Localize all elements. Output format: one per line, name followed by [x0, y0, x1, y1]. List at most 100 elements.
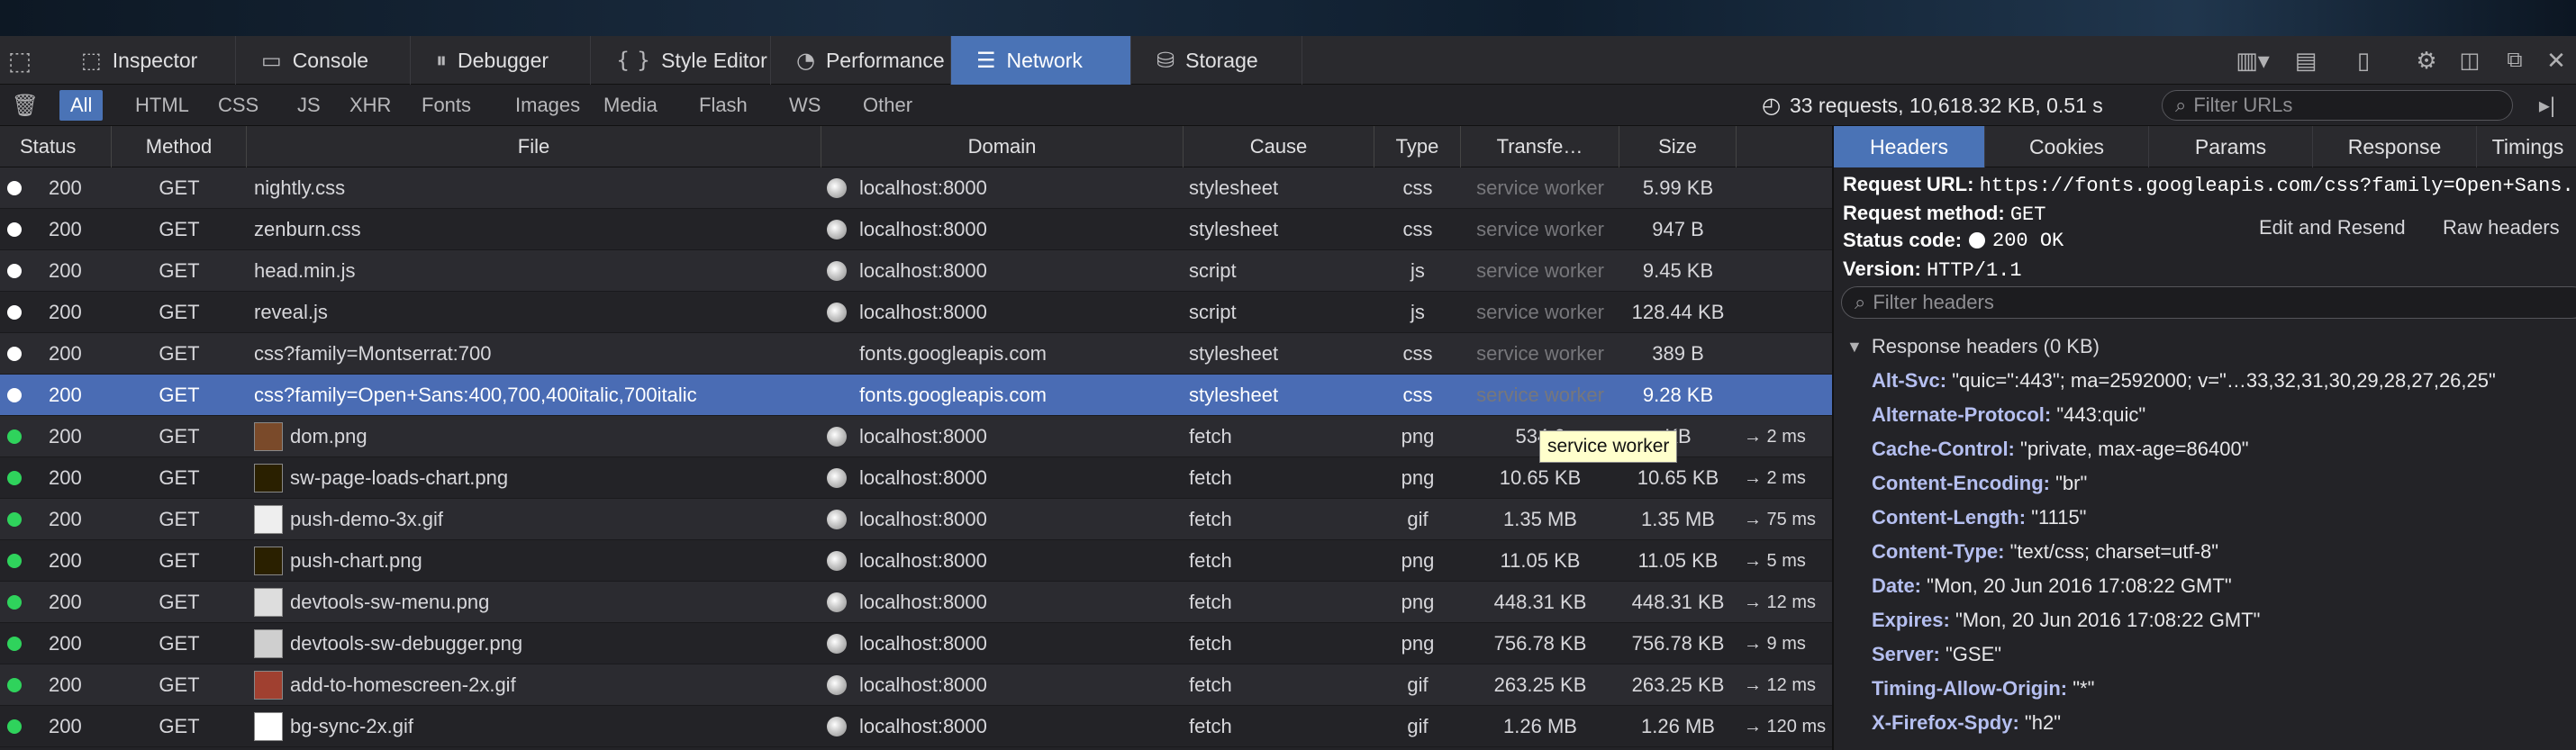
response-header-row[interactable]: Content-Encoding: "br"	[1872, 472, 2087, 495]
close-icon[interactable]: ✕	[2538, 36, 2574, 85]
filter-css[interactable]: CSS	[207, 90, 269, 121]
request-url-value[interactable]: https://fonts.googleapis.com/css?family=…	[1980, 175, 2576, 197]
response-header-row[interactable]: X-Firefox-Spdy: "h2"	[1872, 711, 2061, 735]
response-headers-toggle[interactable]: ▼ Response headers (0 KB)	[1846, 335, 2100, 358]
request-row[interactable]: 200 GET devtools-sw-menu.png localhost:8000…	[0, 582, 1832, 623]
status-dot-icon	[7, 222, 22, 237]
filter-urls-input[interactable]: ⌕ Filter URLs	[2162, 90, 2513, 121]
filter-js[interactable]: JS	[286, 90, 331, 121]
request-method-line: Request method: GET	[1843, 202, 2045, 226]
size-cell: 756.78 KB	[1631, 632, 1725, 655]
response-header-row[interactable]: Expires: "Mon, 20 Jun 2016 17:08:22 GMT"	[1872, 609, 2260, 632]
request-method-value: GET	[2009, 203, 2046, 226]
filter-images[interactable]: Images	[504, 90, 591, 121]
method-cell: GET	[159, 466, 200, 489]
header-name: Alt-Svc:	[1872, 369, 1947, 392]
settings-gear-icon[interactable]: ⚙	[2407, 36, 2446, 85]
tab-storage[interactable]: ⛁ Storage	[1131, 36, 1302, 85]
response-header-row[interactable]: Content-Type: "text/css; charset=utf-8"	[1872, 540, 2218, 564]
request-row[interactable]: 200 GET css?family=Montserrat:700 fonts.goo…	[0, 333, 1832, 375]
column-header-method[interactable]: Method	[112, 126, 247, 167]
filter-media[interactable]: Media	[593, 90, 668, 121]
request-row[interactable]: 200 GET reveal.js localhost:8000 script js ser…	[0, 292, 1832, 333]
column-header-cause[interactable]: Cause	[1184, 126, 1374, 167]
response-header-row[interactable]: Content-Length: "1115"	[1872, 506, 2086, 529]
undock-window-icon[interactable]: ⧉	[2497, 36, 2533, 85]
details-tab-headers[interactable]: Headers	[1834, 126, 1985, 167]
details-tab-cookies[interactable]: Cookies	[1985, 126, 2149, 167]
request-row[interactable]: 200 GET sw-page-loads-chart.png localhost:8…	[0, 457, 1832, 499]
details-tab-response[interactable]: Response	[2313, 126, 2477, 167]
status-code: 200	[49, 301, 82, 323]
request-row[interactable]: 200 GET push-chart.png localhost:8000 fetch p…	[0, 540, 1832, 582]
filter-other[interactable]: Other	[852, 90, 923, 121]
globe-icon	[827, 592, 847, 612]
filter-fonts[interactable]: Fonts	[411, 90, 482, 121]
device-icon[interactable]: ▯	[2345, 36, 2381, 85]
column-header-type[interactable]: Type	[1374, 126, 1461, 167]
tab-network[interactable]: ☰ Network	[951, 36, 1131, 85]
filter-headers-input[interactable]: ⌕ Filter headers	[1841, 286, 2576, 319]
tab-performance[interactable]: ◔ Performance	[771, 36, 951, 85]
request-row[interactable]: 200 GET nightly.css localhost:8000 styleshee…	[0, 167, 1832, 209]
tab-console[interactable]: ▭ Console	[236, 36, 411, 85]
request-row[interactable]: 200 GET add-to-homescreen-2x.gif localhost:…	[0, 664, 1832, 706]
file-name: sw-page-loads-chart.png	[290, 466, 509, 489]
filter-html[interactable]: HTML	[124, 90, 200, 121]
filter-ws[interactable]: WS	[778, 90, 831, 121]
scratchpad-icon[interactable]: ▤	[2288, 36, 2324, 85]
responsive-mode-icon[interactable]: ▥▾	[2230, 36, 2275, 85]
file-name: dom.png	[290, 425, 367, 447]
dock-side-icon[interactable]: ◫	[2452, 36, 2488, 85]
file-cell: css?family=Open+Sans:400,700,400italic,7…	[254, 375, 821, 416]
details-tab-params[interactable]: Params	[2149, 126, 2313, 167]
response-header-row[interactable]: Server: "GSE"	[1872, 643, 2001, 666]
waterfall-timing: → 12 ms	[1744, 674, 1817, 695]
request-row[interactable]: 200 GET push-demo-3x.gif localhost:8000 fetc…	[0, 499, 1832, 540]
response-header-row[interactable]: Timing-Allow-Origin: "*"	[1872, 677, 2094, 700]
image-thumbnail	[254, 505, 283, 534]
network-icon: ☰	[976, 48, 996, 73]
status-cell: 200	[7, 540, 106, 582]
response-header-row[interactable]: Date: "Mon, 20 Jun 2016 17:08:22 GMT"	[1872, 574, 2232, 598]
status-code: 200	[49, 342, 82, 365]
waterfall-timing: → 9 ms	[1744, 633, 1806, 654]
column-header-file[interactable]: File	[247, 126, 821, 167]
raw-headers-button[interactable]: Raw headers	[2443, 216, 2560, 239]
cause-cell: fetch	[1189, 508, 1232, 530]
cause-cell: fetch	[1189, 466, 1232, 489]
header-value: "Mon, 20 Jun 2016 17:08:22 GMT"	[1955, 609, 2261, 631]
file-name: head.min.js	[254, 259, 356, 282]
image-thumbnail	[254, 422, 283, 451]
header-value: "text/css; charset=utf-8"	[2009, 540, 2219, 563]
response-header-row[interactable]: Alternate-Protocol: "443:quic"	[1872, 403, 2145, 427]
tab-style-editor[interactable]: { } Style Editor	[591, 36, 771, 85]
request-row[interactable]: 200 GET devtools-sw-debugger.png localhost:…	[0, 623, 1832, 664]
pick-element-icon[interactable]: ⬚	[0, 36, 40, 85]
tab-debugger[interactable]: ⏸ Debugger	[411, 36, 591, 85]
method-cell: GET	[159, 218, 200, 240]
transferred-cell: 1.35 MB	[1503, 508, 1577, 530]
edit-and-resend-button[interactable]: Edit and Resend	[2259, 216, 2406, 239]
request-row[interactable]: 200 GET zenburn.css localhost:8000 styleshee…	[0, 209, 1832, 250]
tab-inspector[interactable]: ⬚ Inspector	[56, 36, 236, 85]
header-name: Expires:	[1872, 609, 1950, 631]
details-tab-timings[interactable]: Timings	[2477, 126, 2576, 167]
column-header-transfe[interactable]: Transfe…	[1461, 126, 1619, 167]
request-row[interactable]: 200 GET css?family=Open+Sans:400,700,400it…	[0, 375, 1832, 416]
devtools-toolbar: ⬚ ⬚ Inspector ▭ Console ⏸ Debugger { } Style Ed…	[0, 36, 2576, 85]
filter-all[interactable]: All	[59, 90, 104, 121]
request-row[interactable]: 200 GET bg-sync-2x.gif localhost:8000 fetch g…	[0, 706, 1832, 747]
clear-trash-icon[interactable]: 🗑	[9, 85, 41, 126]
response-header-row[interactable]: Cache-Control: "private, max-age=86400"	[1872, 438, 2249, 461]
column-header-domain[interactable]: Domain	[821, 126, 1184, 167]
column-header-status[interactable]: Status	[0, 126, 112, 167]
filter-xhr[interactable]: XHR	[339, 90, 402, 121]
domain-cell: localhost:8000	[827, 209, 1184, 250]
column-header-size[interactable]: Size	[1619, 126, 1737, 167]
filter-flash[interactable]: Flash	[688, 90, 758, 121]
toggle-sidebar-icon[interactable]: ▸|	[2529, 85, 2565, 126]
request-row[interactable]: 200 GET head.min.js localhost:8000 script js s…	[0, 250, 1832, 292]
response-header-row[interactable]: Alt-Svc: "quic=":443"; ma=2592000; v="…3…	[1872, 369, 2496, 393]
cause-cell: stylesheet	[1189, 384, 1279, 406]
